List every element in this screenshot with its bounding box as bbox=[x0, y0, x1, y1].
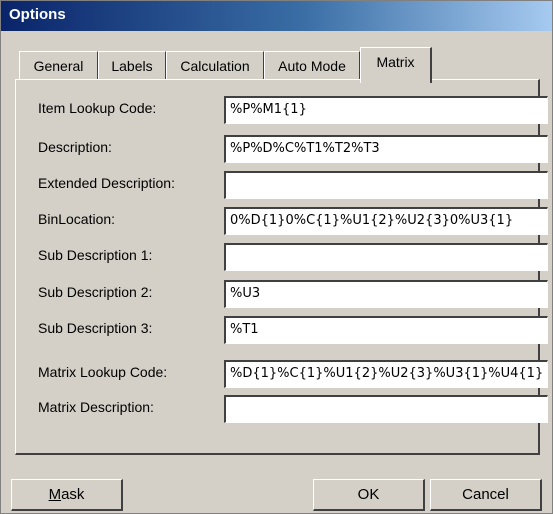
description-label: Description: bbox=[38, 139, 112, 155]
item-lookup-code-input[interactable]: %P%M1{1} bbox=[224, 96, 548, 124]
mask-button-accel: M bbox=[48, 486, 62, 503]
tab-auto-mode[interactable]: Auto Mode bbox=[264, 51, 360, 79]
matrix-lookup-code-input[interactable]: %D{1}%C{1}%U1{2}%U2{3}%U3{1}%U4{1} bbox=[224, 360, 548, 388]
matrix-description-label: Matrix Description: bbox=[38, 399, 154, 415]
bin-location-input[interactable]: 0%D{1}0%C{1}%U1{2}%U2{3}0%U3{1} bbox=[224, 207, 548, 235]
matrix-panel: Item Lookup Code: %P%M1{1} Description: … bbox=[15, 79, 548, 455]
sub-description-2-input[interactable]: %U3 bbox=[224, 280, 548, 308]
dialog-title: Options bbox=[9, 6, 66, 23]
cancel-button[interactable]: Cancel bbox=[430, 479, 542, 511]
item-lookup-code-row: Item Lookup Code: %P%M1{1} bbox=[38, 96, 548, 126]
extended-description-label: Extended Description: bbox=[38, 175, 175, 191]
sub-description-2-row: Sub Description 2: %U3 bbox=[38, 280, 548, 310]
title-bar[interactable]: Options bbox=[1, 1, 552, 31]
ok-button[interactable]: OK bbox=[313, 479, 425, 511]
matrix-description-row: Matrix Description: bbox=[38, 395, 548, 425]
sub-description-2-label: Sub Description 2: bbox=[38, 284, 153, 300]
sub-description-1-row: Sub Description 1: bbox=[38, 243, 548, 273]
mask-button[interactable]: Mask bbox=[11, 479, 123, 511]
sub-description-3-label: Sub Description 3: bbox=[38, 320, 153, 336]
description-row: Description: %P%D%C%T1%T2%T3 bbox=[38, 135, 548, 165]
tab-labels[interactable]: Labels bbox=[98, 51, 166, 79]
extended-description-input[interactable] bbox=[224, 171, 548, 199]
matrix-lookup-code-row: Matrix Lookup Code: %D{1}%C{1}%U1{2}%U2{… bbox=[38, 360, 548, 390]
tab-calculation[interactable]: Calculation bbox=[166, 51, 264, 79]
mask-button-label: ask bbox=[61, 486, 85, 503]
bin-location-row: BinLocation: 0%D{1}0%C{1}%U1{2}%U2{3}0%U… bbox=[38, 207, 548, 237]
item-lookup-code-label: Item Lookup Code: bbox=[38, 100, 157, 116]
extended-description-row: Extended Description: bbox=[38, 171, 548, 201]
sub-description-3-input[interactable]: %T1 bbox=[224, 316, 548, 344]
sub-description-3-row: Sub Description 3: %T1 bbox=[38, 316, 548, 346]
tab-general[interactable]: General bbox=[19, 51, 98, 79]
matrix-lookup-code-label: Matrix Lookup Code: bbox=[38, 364, 168, 380]
options-dialog: Options General Labels Calculation Auto … bbox=[0, 0, 553, 514]
description-input[interactable]: %P%D%C%T1%T2%T3 bbox=[224, 135, 548, 163]
matrix-description-input[interactable] bbox=[224, 395, 548, 423]
sub-description-1-input[interactable] bbox=[224, 243, 548, 271]
tab-matrix[interactable]: Matrix bbox=[360, 47, 432, 83]
sub-description-1-label: Sub Description 1: bbox=[38, 247, 153, 263]
bin-location-label: BinLocation: bbox=[38, 211, 116, 227]
